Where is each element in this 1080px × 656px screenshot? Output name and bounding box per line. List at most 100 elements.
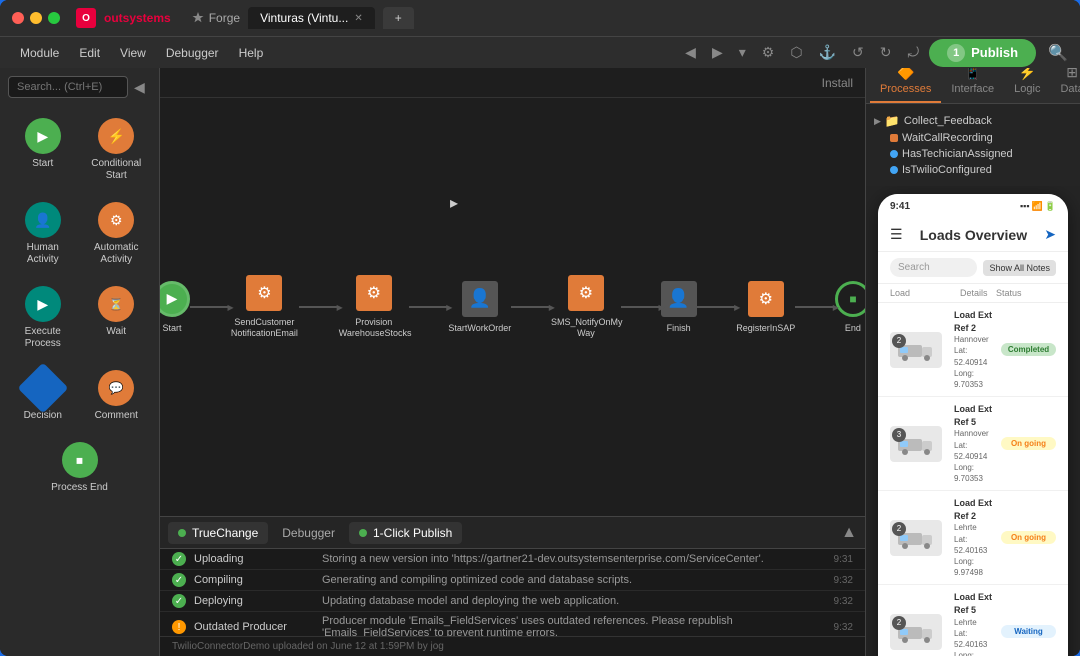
tool-decision[interactable]: Decision (8, 362, 78, 430)
1click-publish-label: 1-Click Publish (373, 526, 452, 540)
menu-view[interactable]: View (112, 42, 154, 64)
settings-icon[interactable]: ⚙ (756, 40, 781, 65)
interface-label: Interface (951, 83, 994, 95)
load-lat: Lat: 52.40914 (954, 345, 997, 367)
tab-logic[interactable]: ⚡ Logic (1004, 68, 1050, 103)
menu-debugger[interactable]: Debugger (158, 42, 227, 64)
load-item[interactable]: 2 Load Ext Ref 2 Lehrte Lat: 52.40163 Lo… (878, 491, 1068, 585)
tool-process-end-label: Process End (51, 482, 108, 494)
nav-dropdown-button[interactable]: ▾ (733, 40, 752, 65)
tree-item-hastechician[interactable]: HasTechicianAssigned (874, 146, 1072, 162)
wf-node-startworkorder[interactable]: 👤 StartWorkOrder (448, 281, 511, 334)
tab-truechange[interactable]: TrueChange (168, 522, 268, 544)
log-message: Generating and compiling optimized code … (322, 574, 826, 586)
publish-badge: 1 (947, 44, 965, 62)
phone-header: ☰ Loads Overview ➤ (878, 218, 1068, 252)
undo-button[interactable]: ↺ (846, 40, 870, 65)
load-city: Lehrte (954, 522, 997, 533)
tool-execute-process[interactable]: ▶ Execute Process (8, 278, 78, 358)
finish-node-label: Finish (667, 323, 691, 334)
show-all-notes-button[interactable]: Show All Notes (983, 260, 1056, 276)
search-input[interactable] (8, 76, 128, 98)
forge-button[interactable]: Forge (191, 11, 240, 25)
tool-execute-process-label: Execute Process (12, 326, 74, 350)
connector-2 (299, 306, 339, 308)
search-icon[interactable]: 🔍 (1048, 43, 1068, 63)
phone-app-title: Loads Overview (920, 227, 1027, 243)
tree-label-waitcallrecording: WaitCallRecording (902, 132, 993, 144)
tool-conditional-start[interactable]: ⚡ Conditional Start (82, 110, 152, 190)
wf-node-smsnotify[interactable]: ⚙ SMS_NotifyOnMy Way (551, 275, 621, 339)
tool-automatic-activity-label: Automatic Activity (86, 242, 148, 266)
wf-node-end[interactable]: ■ End (835, 281, 865, 334)
tool-process-end[interactable]: ⏹ Process End (8, 434, 151, 502)
end-node-circle: ■ (835, 281, 865, 317)
menu-module[interactable]: Module (12, 42, 67, 64)
wf-node-registerinsap[interactable]: ⚙ RegisterInSAP (736, 281, 795, 334)
start-node-circle: ▶ (160, 281, 190, 317)
active-tab[interactable]: Vinturas (Vintu... ✕ (248, 7, 375, 29)
start-icon: ▶ (25, 118, 61, 154)
load-long: Long: 9.70353 (954, 368, 997, 390)
load-long: Long: 9.97495 (954, 650, 997, 656)
tool-start[interactable]: ▶ Start (8, 110, 78, 190)
tab-debugger[interactable]: Debugger (272, 522, 345, 544)
anchor-icon[interactable]: ⚓ (813, 40, 842, 65)
wf-node-provision[interactable]: ⚙ Provision WarehouseStocks (339, 275, 409, 339)
decision-icon (17, 363, 68, 414)
menu-edit[interactable]: Edit (71, 42, 108, 64)
bottom-expand-button[interactable]: ▲ (841, 524, 857, 542)
history-button[interactable]: ⤾ (901, 40, 925, 65)
truck-image: 3 (890, 426, 942, 462)
hamburger-icon[interactable]: ☰ (890, 226, 903, 243)
log-time: 9:32 (834, 622, 853, 633)
tab-data[interactable]: ⊞ Data (1050, 68, 1080, 103)
brand-label: outsystems (104, 11, 171, 25)
smsnotify-node-label: SMS_NotifyOnMy Way (551, 317, 621, 339)
blue-diamond-icon-2 (888, 164, 899, 175)
install-link[interactable]: Install (822, 76, 853, 90)
redo-button[interactable]: ↻ (874, 40, 898, 65)
tab-interface[interactable]: 📱 Interface (941, 68, 1004, 103)
logic-label: Logic (1014, 83, 1040, 95)
publish-button[interactable]: 1 Publish (929, 39, 1036, 67)
maximize-button[interactable] (48, 12, 60, 24)
workflow-canvas[interactable]: ▸ ▶ Start (160, 98, 865, 516)
load-item[interactable]: 3 Load Ext Ref 5 Hannover Lat: 52.40914 … (878, 397, 1068, 491)
data-label: Data (1060, 83, 1080, 95)
tool-automatic-activity[interactable]: ⚙ Automatic Activity (82, 194, 152, 274)
tab-1click-publish[interactable]: 1-Click Publish (349, 522, 462, 544)
tab-close-button[interactable]: ✕ (354, 13, 362, 24)
tool-comment[interactable]: 💬 Comment (82, 362, 152, 430)
tool-comment-label: Comment (95, 410, 138, 422)
tool-human-activity[interactable]: 👤 Human Activity (8, 194, 78, 274)
load-item[interactable]: 2 Load Ext Ref 2 Hannover Lat: 52.40914 … (878, 303, 1068, 397)
menu-help[interactable]: Help (231, 42, 272, 64)
start-play-icon: ▶ (167, 290, 178, 307)
connect-icon[interactable]: ⬡ (784, 40, 808, 65)
debugger-label: Debugger (282, 526, 335, 540)
main-layout: ◀ ▶ Start ⚡ Conditional Start (0, 68, 1080, 656)
wf-node-start[interactable]: ▶ Start (160, 281, 190, 334)
tree-item-istwilio[interactable]: IsTwilioConfigured (874, 162, 1072, 178)
wf-node-sendcustomer[interactable]: ⚙ SendCustomer NotificationEmail (230, 275, 299, 339)
close-button[interactable] (12, 12, 24, 24)
nav-back-button[interactable]: ◀ (679, 40, 702, 65)
tree-item-waitcallrecording[interactable]: WaitCallRecording (874, 130, 1072, 146)
tool-wait[interactable]: ⏳ Wait (82, 278, 152, 358)
phone-search-input[interactable]: Search (890, 258, 977, 277)
load-item[interactable]: 2 Load Ext Ref 5 Lehrte Lat: 52.40163 Lo… (878, 585, 1068, 656)
processes-label: Processes (880, 83, 931, 95)
tab-processes[interactable]: 🔶 Processes (870, 68, 941, 103)
new-tab-button[interactable]: + (383, 7, 414, 29)
nav-forward-button[interactable]: ▶ (706, 40, 729, 65)
toolbox-collapse-button[interactable]: ◀ (132, 77, 147, 98)
bottom-panel: TrueChange Debugger 1-Click Publish ▲ (160, 516, 865, 656)
send-icon[interactable]: ➤ (1044, 226, 1056, 243)
blue-diamond-icon (888, 148, 899, 159)
wf-node-finish[interactable]: 👤 Finish (661, 281, 697, 334)
minimize-button[interactable] (30, 12, 42, 24)
tab-label: Vinturas (Vintu... (260, 11, 348, 25)
load-status: Completed (1001, 343, 1056, 356)
tree-item-collect-feedback[interactable]: ▶ 📁 Collect_Feedback (874, 112, 1072, 130)
